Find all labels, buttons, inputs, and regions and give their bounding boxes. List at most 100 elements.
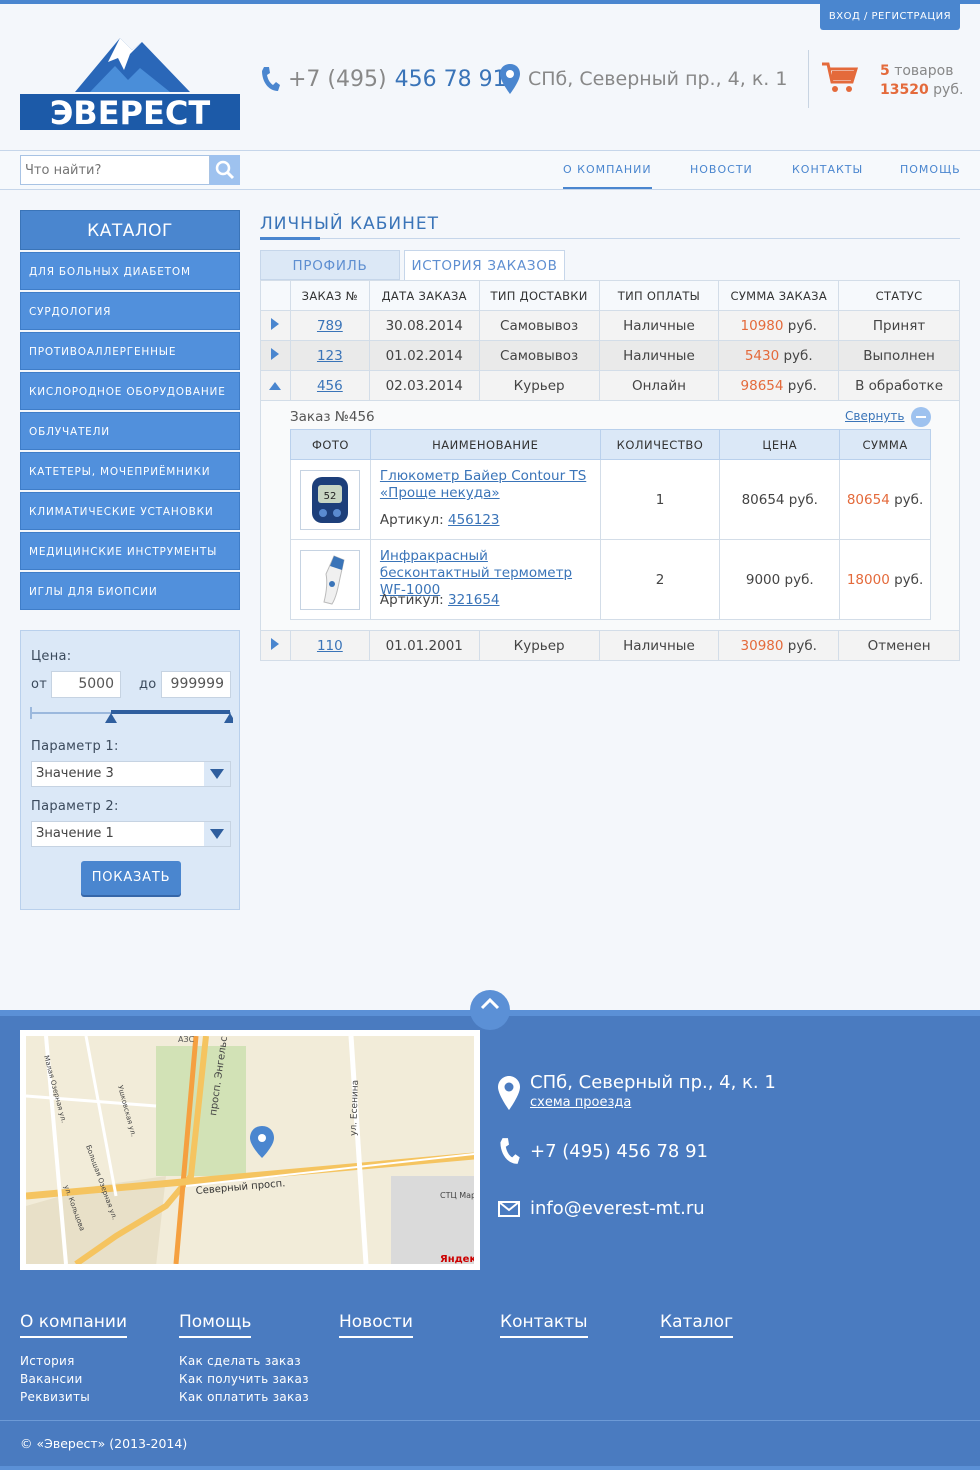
catalog-item-audiology[interactable]: СУРДОЛОГИЯ bbox=[20, 292, 240, 330]
price-to-input[interactable]: 999999 bbox=[161, 671, 231, 698]
location-map[interactable]: АЗС просп. Энгельса ул. Есенина Северный… bbox=[20, 1029, 482, 1270]
route-link[interactable]: схема проезда bbox=[530, 1095, 631, 1110]
nav-contacts[interactable]: КОНТАКТЫ bbox=[792, 150, 863, 190]
svg-text:СТЦ Мар: СТЦ Мар bbox=[440, 1191, 474, 1200]
order-link[interactable]: 456 bbox=[317, 378, 343, 394]
orders-header-status: СТАТУС bbox=[838, 280, 960, 311]
order-sum: 30980 руб. bbox=[718, 630, 840, 661]
footer-divider bbox=[0, 1420, 980, 1421]
minus-icon[interactable] bbox=[911, 407, 931, 427]
svg-text:АЗС: АЗС bbox=[178, 1036, 195, 1044]
param2-select[interactable]: Значение 1 bbox=[31, 821, 231, 847]
catalog-item-biopsy[interactable]: ИГЛЫ ДЛЯ БИОПСИИ bbox=[20, 572, 240, 610]
footer-bottom-line bbox=[0, 1466, 980, 1470]
catalog-item-irradiators[interactable]: ОБЛУЧАТЕЛИ bbox=[20, 412, 240, 450]
order-sum: 10980 руб. bbox=[718, 310, 840, 341]
cart-summary[interactable]: 5 товаров 13520 руб. bbox=[880, 62, 963, 100]
location-pin-icon bbox=[500, 64, 520, 94]
svg-text:Яндекс: Яндекс bbox=[440, 1254, 474, 1264]
page-title: ЛИЧНЫЙ КАБИНЕТ bbox=[260, 214, 440, 234]
items-header-qty: КОЛИЧЕСТВО bbox=[599, 429, 721, 460]
collapse-toggle[interactable] bbox=[260, 370, 291, 401]
footer-col-title[interactable]: О компании bbox=[20, 1312, 128, 1338]
product-photo-thermometer[interactable] bbox=[300, 549, 361, 610]
copyright: © «Эверест» (2013-2014) bbox=[20, 1436, 188, 1451]
footer-link[interactable]: Реквизиты bbox=[20, 1388, 127, 1406]
currency: руб. bbox=[783, 347, 813, 364]
footer-link[interactable]: Как получить заказ bbox=[179, 1370, 309, 1388]
scroll-top-button[interactable] bbox=[470, 990, 510, 1030]
product-photo-glucometer[interactable]: 52 bbox=[300, 469, 361, 530]
phone-icon bbox=[500, 1138, 520, 1164]
currency: руб. bbox=[787, 637, 817, 654]
nav-help[interactable]: ПОМОЩЬ bbox=[900, 150, 961, 190]
footer-col-contacts: Контакты bbox=[500, 1312, 588, 1352]
login-register-button[interactable]: ВХОД / РЕГИСТРАЦИЯ bbox=[820, 4, 960, 30]
cart-icon[interactable] bbox=[822, 62, 859, 98]
catalog-item-instruments[interactable]: МЕДИЦИНСКИЕ ИНСТРУМЕНТЫ bbox=[20, 532, 240, 570]
header-phone: +7 (495) 456 78 91 bbox=[260, 64, 507, 94]
product-name-link[interactable]: Инфракрасный бесконтактный термометр WF-… bbox=[380, 548, 592, 598]
footer-col-title[interactable]: Помощь bbox=[179, 1312, 252, 1338]
currency: руб. bbox=[894, 491, 924, 508]
param2-label: Параметр 2: bbox=[31, 799, 119, 814]
item-qty: 2 bbox=[599, 539, 721, 620]
price-to-label: до bbox=[139, 677, 157, 692]
mail-icon bbox=[498, 1200, 520, 1217]
nav-news[interactable]: НОВОСТИ bbox=[690, 150, 753, 190]
order-link[interactable]: 789 bbox=[317, 318, 343, 334]
article-link[interactable]: 456123 bbox=[448, 512, 500, 528]
order-status: В обработке bbox=[838, 370, 960, 401]
currency: руб. bbox=[894, 571, 924, 588]
price-range-slider[interactable] bbox=[29, 703, 233, 727]
catalog-item-oxygen[interactable]: КИСЛОРОДНОЕ ОБОРУДОВАНИЕ bbox=[20, 372, 240, 410]
footer-col-news: Новости bbox=[339, 1312, 413, 1352]
orders-header-payment: ТИП ОПЛАТЫ bbox=[598, 280, 720, 311]
footer-email[interactable]: info@everest-mt.ru bbox=[530, 1198, 705, 1219]
order-link[interactable]: 123 bbox=[317, 348, 343, 364]
orders-header-toggle bbox=[260, 280, 291, 311]
tab-order-history[interactable]: ИСТОРИЯ ЗАКАЗОВ bbox=[404, 250, 565, 281]
param1-select[interactable]: Значение 3 bbox=[31, 761, 231, 787]
footer-link[interactable]: История bbox=[20, 1352, 127, 1370]
search-button[interactable] bbox=[210, 155, 240, 185]
logo[interactable]: ЭВЕРЕСТ bbox=[20, 30, 240, 132]
table-row: 52 Глюкометр Байер Contour TS «Проще нек… bbox=[290, 459, 931, 540]
item-price: 80654 руб. bbox=[719, 459, 841, 540]
title-underline-accent bbox=[260, 237, 320, 240]
catalog-item-climate[interactable]: КЛИМАТИЧЕСКИЕ УСТАНОВКИ bbox=[20, 492, 240, 530]
order-status: Принят bbox=[838, 310, 960, 341]
expand-toggle[interactable] bbox=[260, 340, 291, 371]
footer-link[interactable]: Как сделать заказ bbox=[179, 1352, 309, 1370]
catalog-item-diabetes[interactable]: ДЛЯ БОЛЬНЫХ ДИАБЕТОМ bbox=[20, 252, 240, 290]
article-link[interactable]: 321654 bbox=[448, 592, 500, 608]
order-status: Выполнен bbox=[838, 340, 960, 371]
product-name-link[interactable]: Глюкометр Байер Contour TS «Проще некуда… bbox=[380, 468, 592, 512]
show-button[interactable]: ПОКАЗАТЬ bbox=[81, 861, 181, 895]
item-sum-value: 18000 bbox=[846, 571, 890, 588]
order-sum-value: 5430 bbox=[744, 347, 780, 364]
table-row: 110 01.01.2001 Курьер Наличные 30980 руб… bbox=[260, 630, 960, 661]
expand-arrow-icon bbox=[271, 347, 280, 360]
svg-text:52: 52 bbox=[324, 491, 337, 502]
footer-col-title[interactable]: Контакты bbox=[500, 1312, 588, 1338]
footer-col-title[interactable]: Новости bbox=[339, 1312, 413, 1338]
price-from-input[interactable]: 5000 bbox=[51, 671, 121, 698]
phone-number: 456 78 91 bbox=[394, 66, 507, 92]
order-date: 01.02.2014 bbox=[368, 340, 480, 371]
nav-about[interactable]: О КОМПАНИИ bbox=[563, 151, 652, 189]
footer-col-title[interactable]: Каталог bbox=[660, 1312, 734, 1338]
thermometer-image bbox=[323, 554, 346, 605]
catalog-title: КАТАЛОГ bbox=[20, 210, 240, 250]
expand-toggle[interactable] bbox=[260, 630, 291, 661]
expand-toggle[interactable] bbox=[260, 310, 291, 341]
footer-link[interactable]: Как оплатить заказ bbox=[179, 1388, 309, 1406]
collapse-link[interactable]: Свернуть bbox=[845, 409, 904, 423]
table-row: 789 30.08.2014 Самовывоз Наличные 10980 … bbox=[260, 310, 960, 341]
footer-link[interactable]: Вакансии bbox=[20, 1370, 127, 1388]
catalog-item-catheters[interactable]: КАТЕТЕРЫ, МОЧЕПРИЁМНИКИ bbox=[20, 452, 240, 490]
search-input[interactable] bbox=[20, 155, 210, 185]
tab-profile[interactable]: ПРОФИЛЬ bbox=[260, 250, 400, 280]
catalog-item-antiallergy[interactable]: ПРОТИВОАЛЛЕРГЕННЫЕ bbox=[20, 332, 240, 370]
order-link[interactable]: 110 bbox=[317, 638, 343, 654]
